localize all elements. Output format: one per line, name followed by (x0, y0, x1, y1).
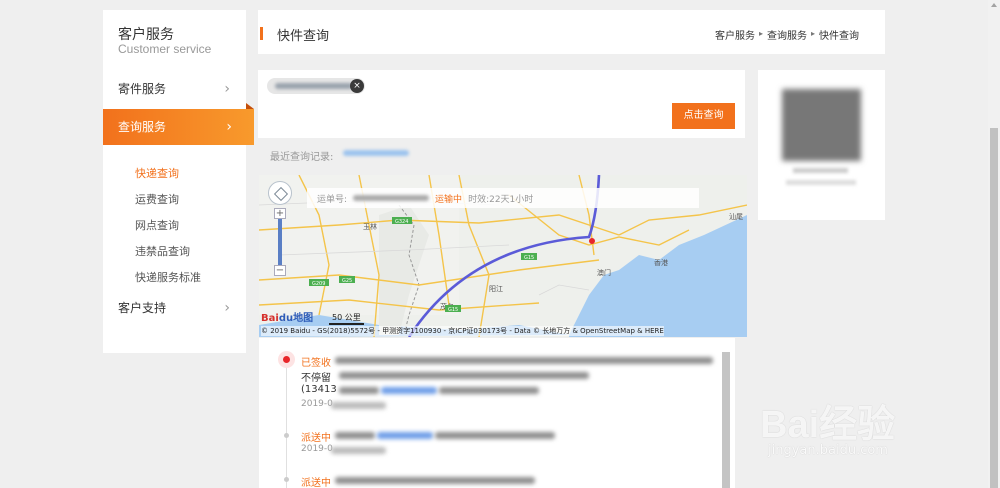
sidebar-subitem-freight-query[interactable]: 运费查询 (135, 191, 179, 207)
zoom-slider[interactable] (278, 219, 282, 265)
tracking-timeline: 已签收 不停留 (13413 2019-0 派送中 2019-0 派送中 (259, 338, 735, 488)
sidebar-item-label: 客户支持 (118, 301, 167, 315)
sidebar-subitem-outlet-query[interactable]: 网点查询 (135, 217, 179, 233)
timeline-status: 已签收 (301, 358, 331, 369)
breadcrumb-separator-icon: ▸ (758, 29, 763, 38)
tracking-number-input[interactable]: × (267, 78, 365, 94)
page-title: 快件查询 (277, 29, 330, 44)
redacted-tracking-number (275, 83, 353, 89)
breadcrumb-item[interactable]: 查询服务 (767, 27, 807, 42)
map-place-shanwei: 汕尾 (729, 212, 743, 221)
breadcrumb-separator-icon: ▸ (810, 29, 815, 38)
timeline-line (286, 360, 287, 488)
sidebar-subtitle: Customer service (118, 42, 212, 56)
redacted-qr-caption (793, 168, 848, 173)
recent-query-label: 最近查询记录: (270, 152, 334, 163)
breadcrumb-item[interactable]: 客户服务 (715, 27, 755, 42)
map-place-yulin: 玉林 (363, 222, 377, 231)
svg-text:G15: G15 (448, 307, 458, 313)
redacted-event-text (335, 477, 535, 484)
redacted-event-text (439, 387, 539, 394)
logo-ditu: 地图 (293, 313, 314, 324)
redacted-phone-link[interactable] (377, 432, 433, 439)
chevron-right-icon: › (226, 119, 232, 135)
svg-text:G324: G324 (395, 219, 408, 225)
shipment-status: 运输中 (435, 194, 463, 205)
sidebar-item-shipping[interactable]: 寄件服务 › (103, 71, 246, 107)
timeline-text: (13413 (301, 384, 337, 395)
page-scrollbar[interactable] (988, 0, 1000, 488)
redacted-event-text (435, 432, 555, 439)
timeline-text: 不停留 (301, 373, 331, 384)
sidebar-item-query[interactable]: 查询服务 › (103, 103, 254, 145)
logo-bai: Bai (261, 313, 279, 324)
map-scale: 50 公里 (329, 312, 364, 325)
map-place-hongkong: 香港 (654, 258, 668, 267)
page-header: 快件查询 客户服务 ▸ 查询服务 ▸ 快件查询 (258, 10, 885, 54)
logo-du: du (278, 313, 294, 324)
sidebar-subitem-prohibited-query[interactable]: 违禁品查询 (135, 243, 190, 259)
breadcrumb-item: 快件查询 (819, 31, 859, 42)
svg-text:G25: G25 (342, 278, 352, 284)
timeline-dot-icon (284, 477, 289, 482)
timeline-scrollbar[interactable] (722, 352, 730, 488)
redacted-time (331, 402, 386, 409)
close-icon[interactable]: × (350, 79, 364, 93)
signed-status-icon (278, 351, 295, 368)
qr-code-panel (758, 70, 885, 220)
redacted-event-text (335, 357, 713, 364)
baidu-map-logo: Baidu地图 (261, 309, 313, 324)
zoom-out-button[interactable]: − (274, 265, 286, 276)
sidebar-item-label: 查询服务 (118, 120, 167, 134)
recent-query-link[interactable] (343, 150, 409, 156)
shipment-eta: 时效:22天1小时 (468, 194, 534, 205)
map-place-yangjiang: 阳江 (489, 284, 503, 293)
timeline-dot-icon (284, 433, 289, 438)
redacted-time (331, 447, 386, 454)
timeline-time: 2019-0 (301, 399, 333, 409)
chevron-right-icon: › (224, 81, 230, 97)
redacted-phone-link[interactable] (381, 387, 437, 394)
waybill-label: 运单号: (317, 194, 348, 205)
scrollbar-thumb[interactable] (990, 128, 998, 488)
timeline-time: 2019-0 (301, 444, 333, 454)
sidebar-subitem-service-standard[interactable]: 快递服务标准 (135, 269, 201, 285)
map-place-macau: 澳门 (597, 268, 611, 277)
baidu-jingyan-watermark: Bai经验 jingyan.baidu.com (760, 393, 982, 469)
sidebar-subitem-express-query[interactable]: 快递查询 (135, 165, 179, 181)
map-pan-control-icon[interactable] (268, 181, 292, 205)
query-panel: × 点击查询 (258, 70, 745, 138)
map-zoom-control[interactable]: + − (274, 208, 286, 278)
breadcrumb: 客户服务 ▸ 查询服务 ▸ 快件查询 (715, 27, 859, 42)
title-accent-bar (260, 27, 263, 40)
svg-text:G15: G15 (524, 255, 534, 261)
query-button[interactable]: 点击查询 (672, 103, 735, 129)
qr-code-image (782, 89, 861, 161)
map-copyright: © 2019 Baidu - GS(2018)5572号 - 甲测资字11009… (261, 326, 664, 336)
watermark-logo: Bai经验 (760, 404, 896, 446)
chevron-right-icon: › (224, 300, 230, 316)
redacted-qr-caption (786, 180, 856, 185)
redacted-event-text (339, 372, 589, 379)
sidebar-item-label: 寄件服务 (118, 82, 167, 96)
timeline-status: 派送中 (301, 433, 331, 444)
zoom-in-button[interactable]: + (274, 208, 286, 219)
redacted-waybill-number (353, 195, 430, 201)
timeline-status: 派送中 (301, 478, 331, 488)
redacted-event-text (335, 432, 375, 439)
scroll-up-icon[interactable] (991, 3, 997, 7)
redacted-event-text (339, 387, 379, 394)
svg-text:G209: G209 (312, 281, 325, 287)
sidebar-title: 客户服务 (118, 27, 174, 43)
map-info-bar: 运单号: 运输中 时效:22天1小时 (307, 188, 699, 208)
tracking-map[interactable]: 玉林 澳门 香港 阳江 茂名 汕尾 G324 G15 G209 G25 G15 … (259, 175, 747, 337)
watermark-url: jingyan.baidu.com (768, 443, 888, 458)
sidebar: 客户服务 Customer service 寄件服务 › 查询服务 › 快递查询… (103, 10, 254, 353)
sidebar-item-support[interactable]: 客户支持 › (103, 290, 246, 326)
